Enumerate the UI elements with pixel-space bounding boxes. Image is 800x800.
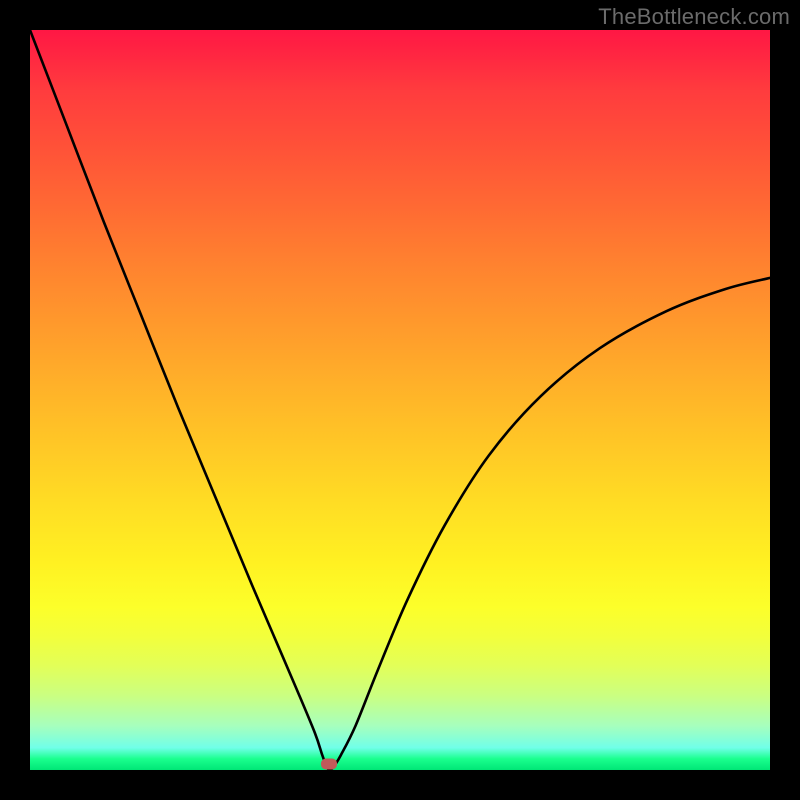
minimum-marker bbox=[321, 759, 337, 770]
bottleneck-curve bbox=[30, 30, 770, 770]
watermark-text: TheBottleneck.com bbox=[598, 4, 790, 30]
chart-frame: TheBottleneck.com bbox=[0, 0, 800, 800]
plot-area bbox=[30, 30, 770, 770]
